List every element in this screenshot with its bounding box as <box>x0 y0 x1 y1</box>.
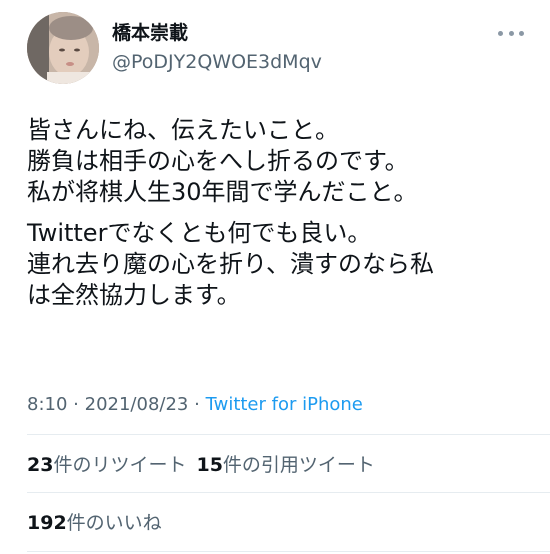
tweet-line: Twitterでなくとも何でも良い。 <box>27 219 372 247</box>
tweet-line: は全然協力します。 <box>27 281 241 309</box>
likes-stats: 192件のいいね <box>27 511 162 535</box>
tweet-line: 連れ去り魔の心を折り、潰すのなら私 <box>27 250 435 278</box>
divider <box>27 434 550 435</box>
tweet-text: 皆さんにね、伝えたいこと。 勝負は相手の心をへし折るのです。 私が将棋人生30年… <box>27 115 527 321</box>
engagement-stats: 23件のリツイート 15件の引用ツイート <box>27 453 375 477</box>
avatar-photo-icon <box>27 12 99 84</box>
tweet-line: 皆さんにね、伝えたいこと。 <box>27 116 339 144</box>
divider <box>27 492 550 493</box>
author-handle[interactable]: @PoDJY2QWOE3dMqv <box>112 51 322 73</box>
retweets-count: 23 <box>27 454 54 476</box>
author-name[interactable]: 橋本崇載 <box>112 22 188 44</box>
likes-label: 件のいいね <box>66 512 162 534</box>
meta-separator: · <box>73 394 79 415</box>
more-horizontal-icon-dot <box>508 30 514 36</box>
meta-separator: · <box>194 394 200 415</box>
tweet-meta: 8:10 · 2021/08/23 · Twitter for iPhone <box>27 393 363 417</box>
retweets-label: 件のリツイート <box>53 454 187 476</box>
tweet-line: 私が将棋人生30年間で学んだこと。 <box>27 178 418 206</box>
avatar[interactable] <box>27 12 99 84</box>
tweet-source-link[interactable]: Twitter for iPhone <box>206 394 363 415</box>
likes-stat[interactable]: 192件のいいね <box>27 512 162 534</box>
retweets-stat[interactable]: 23件のリツイート <box>27 454 186 476</box>
tweet-line: 勝負は相手の心をへし折るのです。 <box>27 147 409 175</box>
tweet-paragraph: 皆さんにね、伝えたいこと。 勝負は相手の心をへし折るのです。 私が将棋人生30年… <box>27 115 527 208</box>
tweet-time[interactable]: 8:10 <box>27 394 67 415</box>
more-horizontal-icon <box>498 30 503 36</box>
tweet-card: 橋本崇載 @PoDJY2QWOE3dMqv 皆さんにね、伝えたいこと。 勝負は相… <box>0 0 550 554</box>
tweet-date[interactable]: 2021/08/23 <box>85 394 189 415</box>
tweet-paragraph: Twitterでなくとも何でも良い。 連れ去り魔の心を折り、潰すのなら私 は全然… <box>27 218 527 311</box>
quotes-label: 件の引用ツイート <box>222 454 375 476</box>
divider <box>27 551 550 552</box>
more-horizontal-icon-dot <box>519 30 524 36</box>
quotes-count: 15 <box>196 454 223 476</box>
more-options-button[interactable] <box>498 28 524 38</box>
likes-count: 192 <box>27 512 67 534</box>
quotes-stat[interactable]: 15件の引用ツイート <box>196 454 374 476</box>
